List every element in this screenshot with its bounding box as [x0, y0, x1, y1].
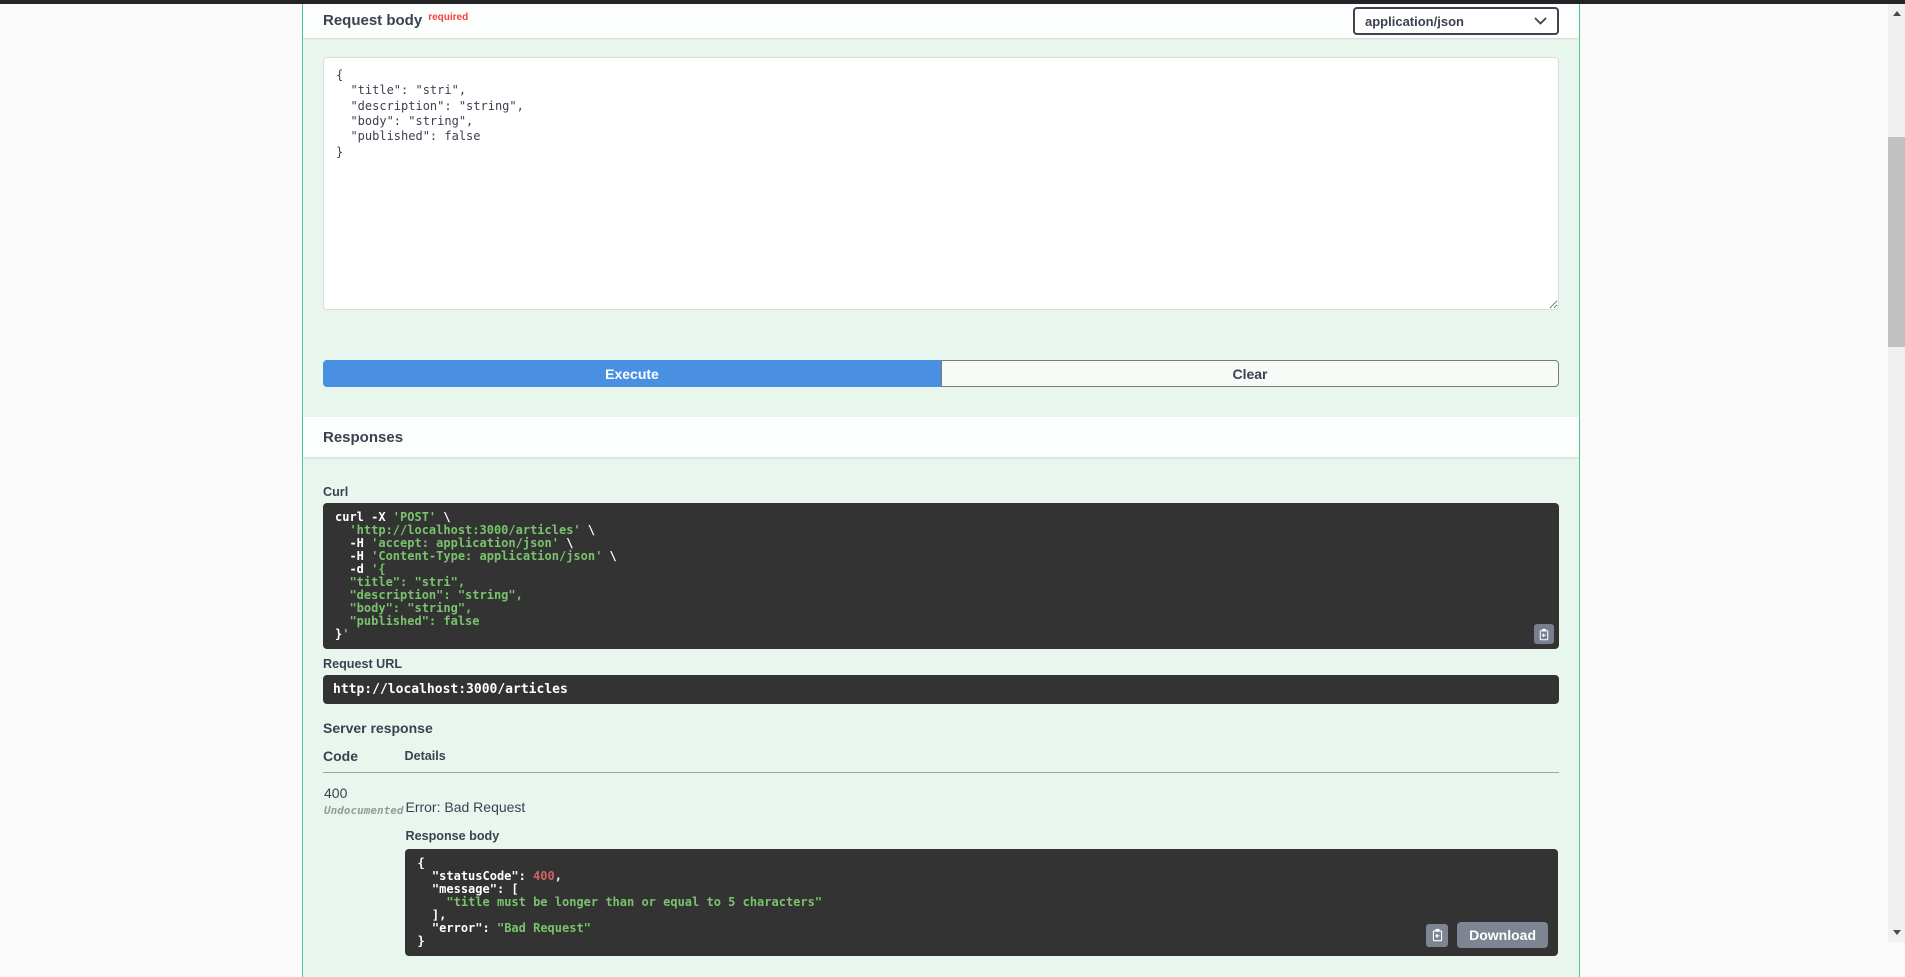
server-response-label: Server response: [323, 720, 433, 736]
copy-icon: [1538, 628, 1550, 641]
request-url-label: Request URL: [323, 657, 403, 671]
opblock-post: Request body required application/json { …: [302, 4, 1580, 977]
scrollbar-down-arrow[interactable]: [1888, 925, 1905, 939]
window-top-edge: [0, 0, 1905, 4]
status-code: 400: [324, 785, 348, 801]
scrollbar-up-arrow[interactable]: [1888, 6, 1905, 20]
swagger-page: Request body required application/json { …: [0, 0, 1905, 977]
code-column-header: Code: [323, 748, 405, 773]
response-description: Error: Bad Request: [405, 799, 526, 815]
responses-header: Responses: [303, 417, 1579, 457]
responses-section: Curl curl -X 'POST' \ 'http://localhost:…: [303, 485, 1579, 977]
curl-command-text: curl -X 'POST' \ 'http://localhost:3000/…: [335, 510, 617, 641]
scrollbar-thumb[interactable]: [1888, 137, 1905, 347]
copy-curl-button[interactable]: [1534, 624, 1554, 644]
response-body-label: Response body: [405, 829, 500, 843]
response-body-controls: Download: [1426, 922, 1548, 948]
chevron-down-icon: [1534, 17, 1547, 26]
undocumented-label: Undocumented: [324, 804, 404, 817]
details-column-header: Details: [404, 748, 1559, 773]
request-url-value: http://localhost:3000/articles: [323, 675, 1559, 704]
request-body-header: Request body required application/json: [303, 4, 1579, 38]
request-body-title: Request body: [323, 12, 423, 29]
response-row: 400 Undocumented Error: Bad Request Resp…: [323, 773, 1559, 958]
copy-response-button[interactable]: [1426, 923, 1449, 947]
response-details-cell: Error: Bad Request Response body { "stat…: [404, 773, 1559, 958]
curl-label: Curl: [323, 485, 349, 499]
execute-wrapper: Execute Clear: [323, 310, 1559, 417]
clear-button[interactable]: Clear: [941, 360, 1559, 387]
request-body-section: { "title": "stri", "description": "strin…: [303, 38, 1579, 417]
curl-command-block: curl -X 'POST' \ 'http://localhost:3000/…: [323, 503, 1559, 649]
response-table-header-row: Code Details: [323, 748, 1559, 773]
required-badge: required: [428, 12, 469, 23]
content-type-value: application/json: [1365, 13, 1464, 29]
content-type-select[interactable]: application/json: [1353, 7, 1559, 35]
response-body-block: { "statusCode": 400, "message": [ "title…: [405, 849, 1558, 956]
download-button[interactable]: Download: [1457, 922, 1548, 948]
triangle-down-icon: [1892, 929, 1901, 935]
server-response-table: Code Details 400 Undocumented Error: Bad…: [323, 748, 1559, 957]
execute-button[interactable]: Execute: [323, 360, 941, 387]
request-body-editor[interactable]: { "title": "stri", "description": "strin…: [323, 57, 1559, 310]
triangle-up-icon: [1892, 10, 1901, 16]
copy-icon: [1431, 928, 1444, 942]
response-body-text: { "statusCode": 400, "message": [ "title…: [417, 856, 823, 948]
vertical-scrollbar[interactable]: [1888, 0, 1905, 942]
response-status-cell: 400 Undocumented: [323, 773, 404, 958]
request-body-title-group: Request body required: [323, 12, 468, 30]
responses-title: Responses: [323, 428, 404, 446]
